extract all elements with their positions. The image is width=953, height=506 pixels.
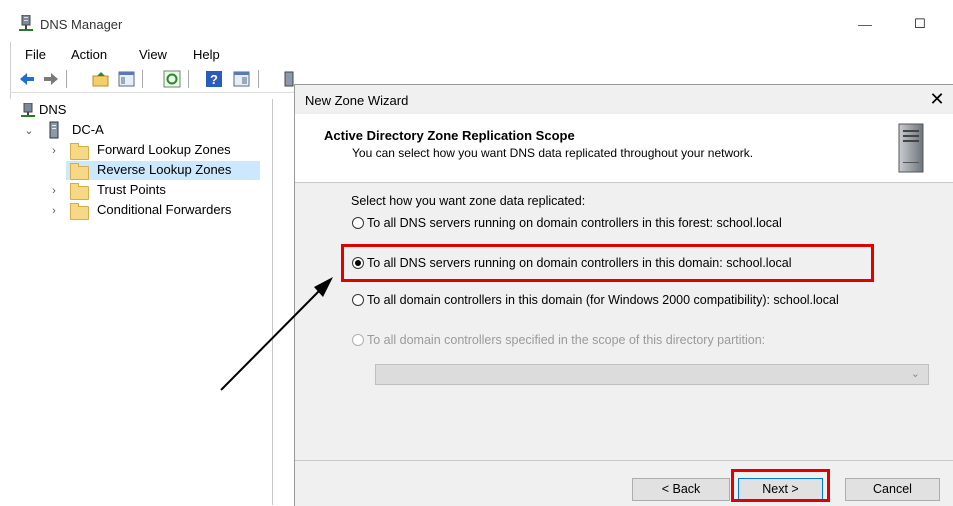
radio-label: To all domain controllers specified in t…	[367, 333, 766, 347]
tree-item-forward-lookup-zones[interactable]: Forward Lookup Zones	[97, 140, 231, 160]
radio-domain-controllers-w2k[interactable]: To all domain controllers in this domain…	[352, 291, 839, 309]
toolbar-separator	[142, 70, 143, 88]
tree-item-conditional-forwarders[interactable]: Conditional Forwarders	[97, 200, 231, 220]
title-bar	[10, 8, 953, 42]
menu-file[interactable]: File	[25, 47, 46, 62]
maximize-button[interactable]: ☐	[905, 12, 935, 36]
wizard-page-title: Active Directory Zone Replication Scope	[324, 128, 575, 143]
folder-icon	[70, 183, 89, 200]
toolbar-separator	[188, 70, 189, 88]
dns-app-icon	[19, 15, 33, 31]
cancel-button[interactable]: Cancel	[845, 478, 940, 501]
tree-item-dns[interactable]: DNS	[39, 100, 66, 120]
forward-arrow-icon[interactable]	[42, 70, 60, 88]
close-button[interactable]: ✕	[924, 88, 950, 110]
tree-item-trust-points[interactable]: Trust Points	[97, 180, 166, 200]
radio-button[interactable]	[352, 217, 364, 229]
refresh-icon[interactable]	[163, 70, 181, 88]
minimize-button[interactable]: —	[850, 12, 880, 36]
chevron-right-icon[interactable]: ›	[49, 185, 59, 197]
footer-divider	[295, 460, 953, 461]
console-tree-icon[interactable]	[118, 70, 136, 88]
radio-directory-partition: To all domain controllers specified in t…	[352, 331, 765, 349]
back-button[interactable]: < Back	[632, 478, 730, 501]
tree-item-server[interactable]: DC-A	[72, 120, 104, 140]
radio-button-disabled	[352, 334, 364, 346]
tree-item-reverse-lookup-zones[interactable]: Reverse Lookup Zones	[97, 160, 231, 180]
folder-icon	[70, 203, 89, 220]
folder-icon	[70, 163, 89, 180]
menu-help[interactable]: Help	[193, 47, 220, 62]
svg-text:?: ?	[210, 72, 218, 87]
dns-icon	[21, 103, 35, 117]
wizard-page-subtitle: You can select how you want DNS data rep…	[352, 146, 754, 160]
radio-forest-dns-servers[interactable]: To all DNS servers running on domain con…	[352, 214, 782, 232]
replication-prompt: Select how you want zone data replicated…	[351, 194, 586, 208]
toolbar-separator	[258, 70, 259, 88]
directory-partition-select: ⌄	[375, 364, 929, 385]
toolbar-separator	[66, 70, 67, 88]
properties-icon[interactable]	[233, 70, 251, 88]
menu-action[interactable]: Action	[71, 47, 107, 62]
radio-button[interactable]	[352, 294, 364, 306]
highlight-box-domain-option	[341, 244, 874, 282]
radio-label: To all domain controllers in this domain…	[367, 293, 839, 307]
back-arrow-icon[interactable]	[18, 70, 36, 88]
server-tower-icon	[898, 123, 924, 173]
chevron-right-icon[interactable]: ›	[49, 145, 59, 157]
chevron-down-icon: ⌄	[910, 368, 920, 380]
server-icon	[49, 121, 59, 139]
chevron-down-icon[interactable]: ⌄	[24, 124, 34, 137]
dialog-title: New Zone Wizard	[305, 93, 409, 108]
chevron-right-icon[interactable]: ›	[49, 205, 59, 217]
menu-view[interactable]: View	[139, 47, 167, 62]
app-title: DNS Manager	[40, 17, 123, 32]
folder-up-icon[interactable]	[92, 70, 110, 88]
help-icon[interactable]: ?	[205, 70, 223, 88]
folder-icon	[70, 143, 89, 160]
highlight-box-next-button	[731, 469, 830, 502]
radio-label: To all DNS servers running on domain con…	[367, 216, 782, 230]
